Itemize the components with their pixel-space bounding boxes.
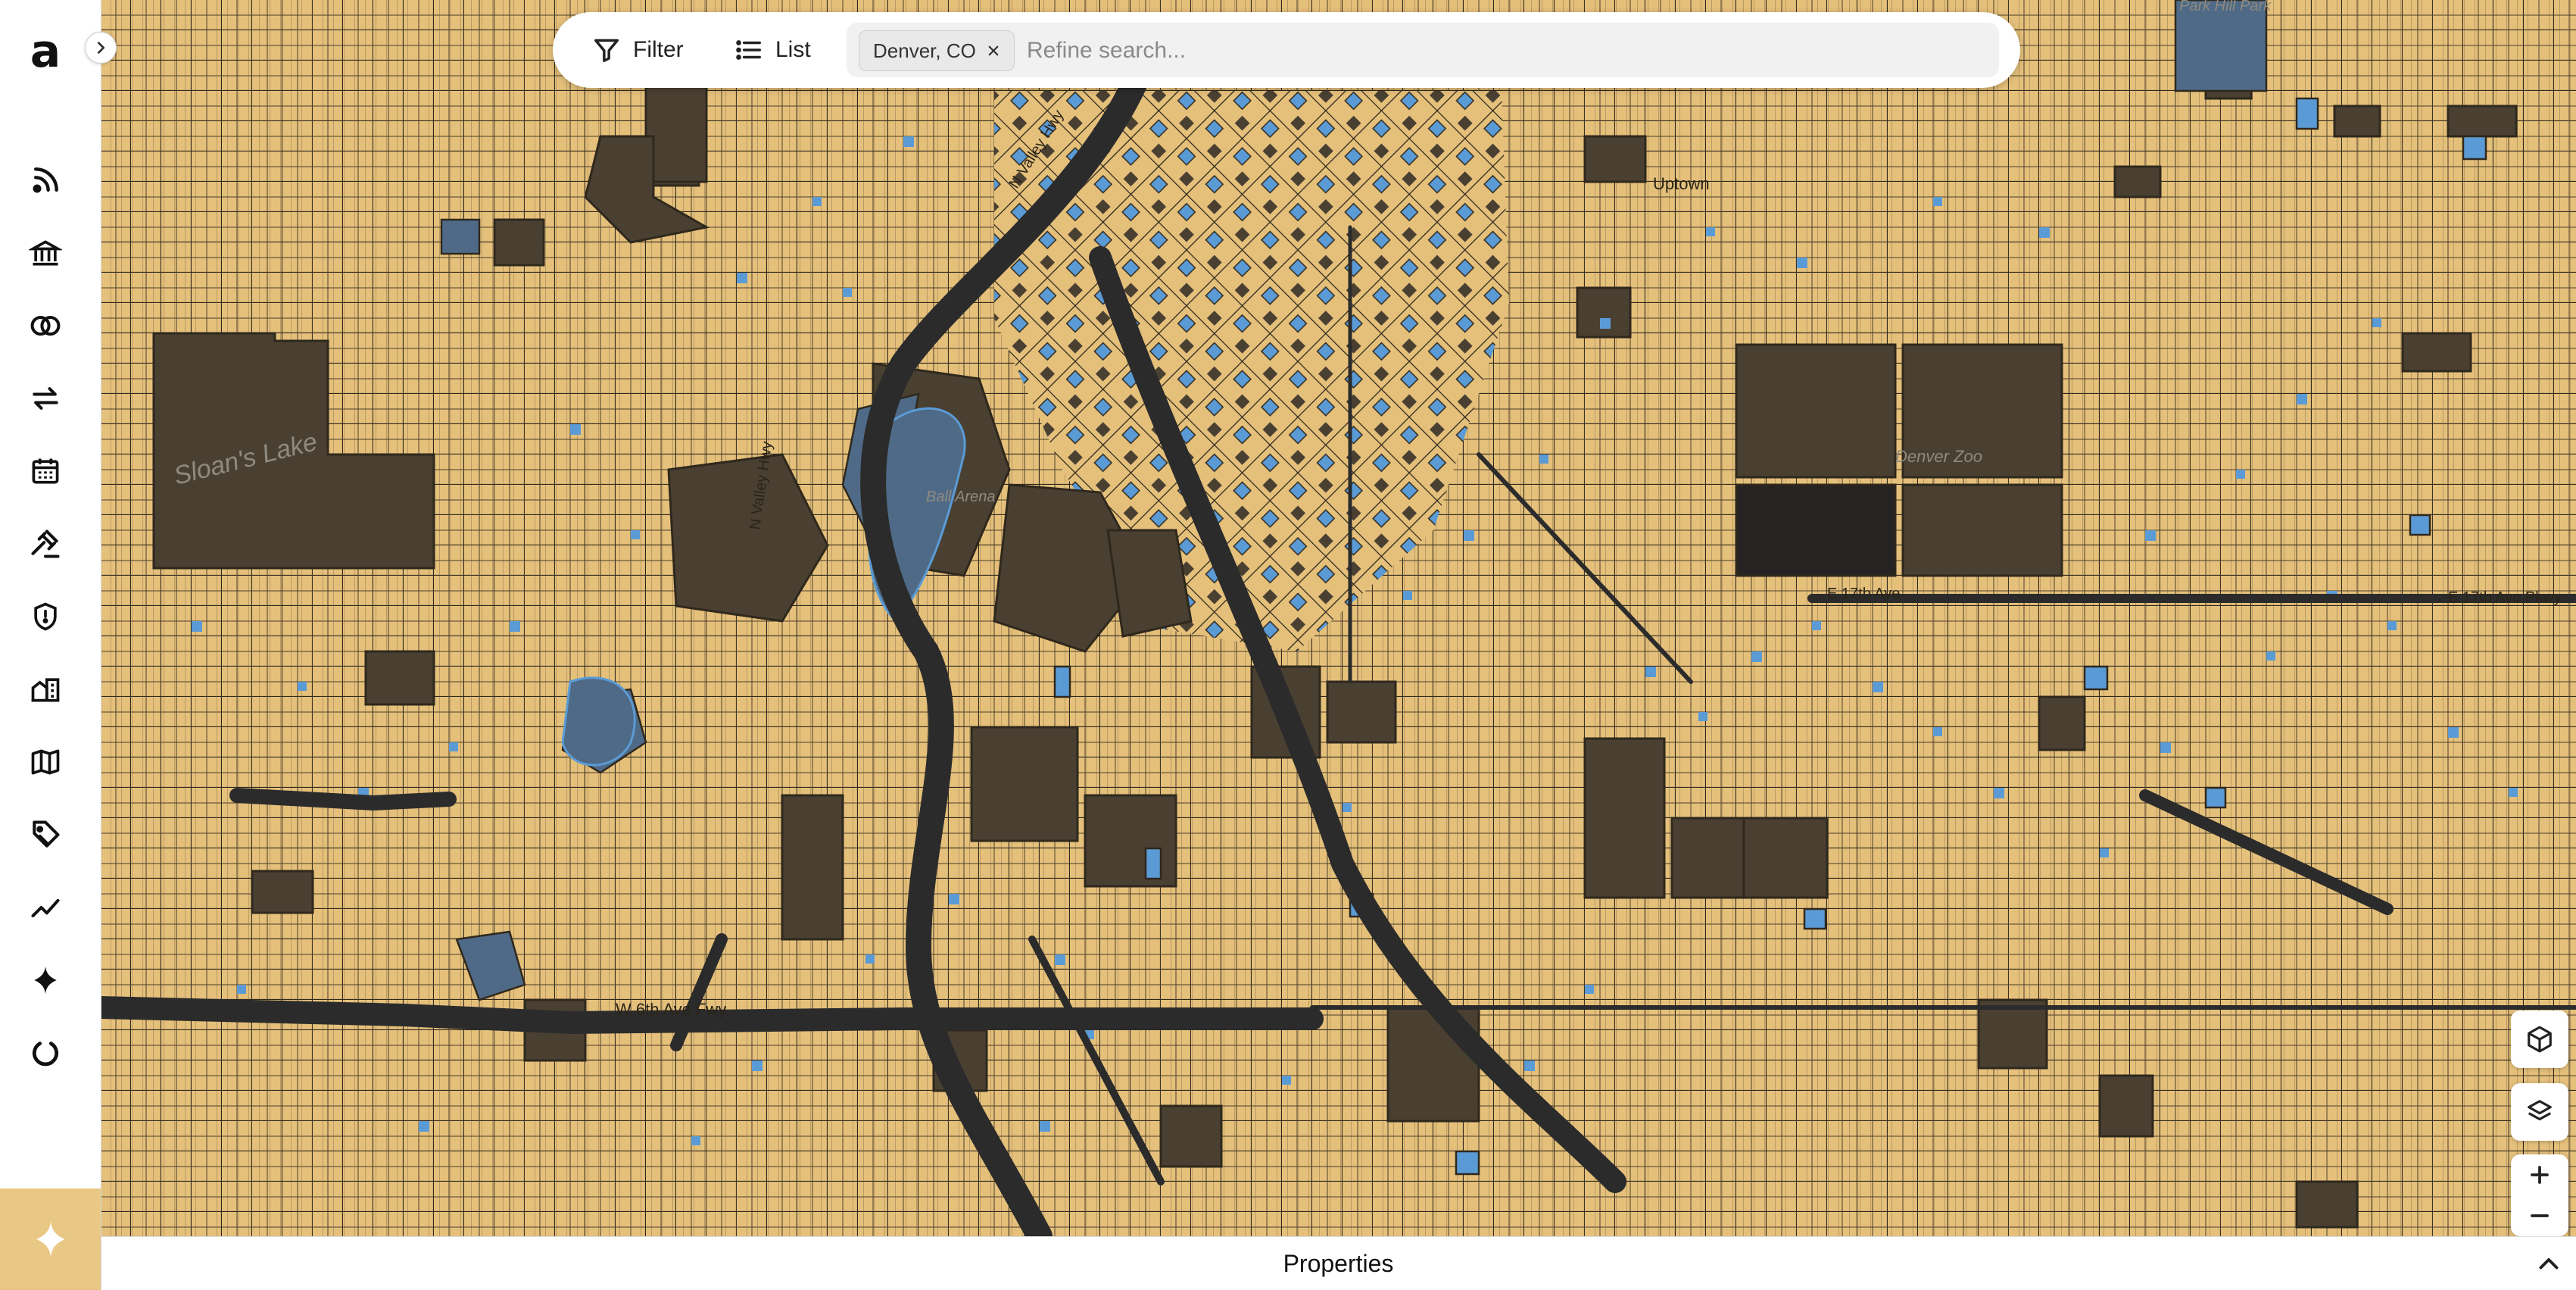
sidebar-item-analytics[interactable]: [0, 871, 91, 944]
label-e-17th-ave: E 17th Ave: [1827, 586, 1900, 602]
list-button[interactable]: List: [734, 29, 811, 71]
sidebar-item-buildings[interactable]: [0, 653, 91, 726]
sidebar-item-rings[interactable]: [0, 289, 91, 362]
interlocking-rings-icon: [30, 315, 61, 336]
list-icon: [736, 40, 761, 60]
properties-panel[interactable]: Properties: [101, 1236, 2576, 1290]
chevron-right-icon: [97, 42, 105, 54]
location-chip[interactable]: Denver, CO: [859, 30, 1015, 71]
search-input[interactable]: [1025, 30, 1982, 71]
label-denver-zoo: Denver Zoo: [1895, 447, 1982, 466]
loading-circle-icon: [32, 1042, 59, 1067]
chevron-up-icon[interactable]: [2535, 1251, 2562, 1278]
parcel-map[interactable]: Sloan's Lake Denver Zoo Park Hill Park W…: [101, 0, 2576, 1236]
sidebar-item-tags[interactable]: [0, 798, 91, 871]
zoom-out-button[interactable]: [2511, 1195, 2568, 1236]
ai-assistant-button[interactable]: [0, 1188, 101, 1289]
cube-icon: [2528, 1026, 2552, 1053]
label-w-6th-ave-fwy: W 6th Ave Fwy: [616, 1000, 726, 1019]
calendar-icon: [32, 458, 59, 484]
layers-icon: [2528, 1100, 2552, 1121]
properties-title: Properties: [1283, 1250, 1394, 1277]
sidebar-item-ai[interactable]: [0, 944, 91, 1017]
filter-icon: [594, 39, 619, 62]
zoom-controls: [2511, 1154, 2568, 1236]
sidebar-item-calendar[interactable]: [0, 435, 91, 508]
sparkle-icon: [34, 966, 57, 995]
buildings-icon: [31, 678, 60, 702]
map-icon: [31, 749, 60, 775]
search-area: Denver, CO: [847, 23, 1999, 77]
tag-icon: [33, 820, 60, 848]
sidebar-item-auction[interactable]: [0, 508, 91, 580]
toggle-3d-button[interactable]: [2511, 1010, 2568, 1068]
trend-line-icon: [31, 898, 60, 918]
sidebar-item-swap[interactable]: [0, 362, 91, 435]
layers-button[interactable]: [2511, 1083, 2568, 1141]
app-logo[interactable]: a: [0, 27, 91, 76]
zoom-in-button[interactable]: [2511, 1154, 2568, 1195]
shield-icon: [34, 602, 57, 631]
sidebar-item-map[interactable]: [0, 726, 91, 798]
filter-label: Filter: [633, 37, 684, 62]
sidebar-nav: [0, 144, 91, 1089]
sidebar-expand-button[interactable]: [85, 32, 117, 64]
sparkle-icon: [36, 1221, 65, 1257]
label-e-17th-ave-pkwy: E 17th Ave Pkwy: [2448, 589, 2562, 606]
list-label: List: [775, 37, 811, 62]
location-chip-label: Denver, CO: [873, 39, 976, 62]
sidebar-item-shield[interactable]: [0, 580, 91, 653]
rss-feed-icon: [33, 167, 58, 193]
label-park-hill-park: Park Hill Park: [2179, 0, 2272, 14]
sidebar-item-loading[interactable]: [0, 1017, 91, 1089]
close-icon[interactable]: [987, 44, 1000, 58]
sidebar-item-bank[interactable]: [0, 217, 91, 289]
gavel-icon: [31, 529, 60, 558]
search-toolbar: Filter List Denver, CO: [553, 12, 2020, 88]
swap-arrows-icon: [33, 387, 58, 410]
label-uptown: Uptown: [1653, 174, 1710, 193]
plus-icon: [2531, 1166, 2549, 1184]
bank-icon: [29, 240, 62, 266]
sidebar-item-feed[interactable]: [0, 144, 91, 217]
sidebar: a: [0, 0, 101, 1289]
label-ball-arena: Ball Arena: [926, 489, 996, 505]
filter-button[interactable]: Filter: [592, 29, 684, 71]
minus-icon: [2531, 1214, 2549, 1217]
